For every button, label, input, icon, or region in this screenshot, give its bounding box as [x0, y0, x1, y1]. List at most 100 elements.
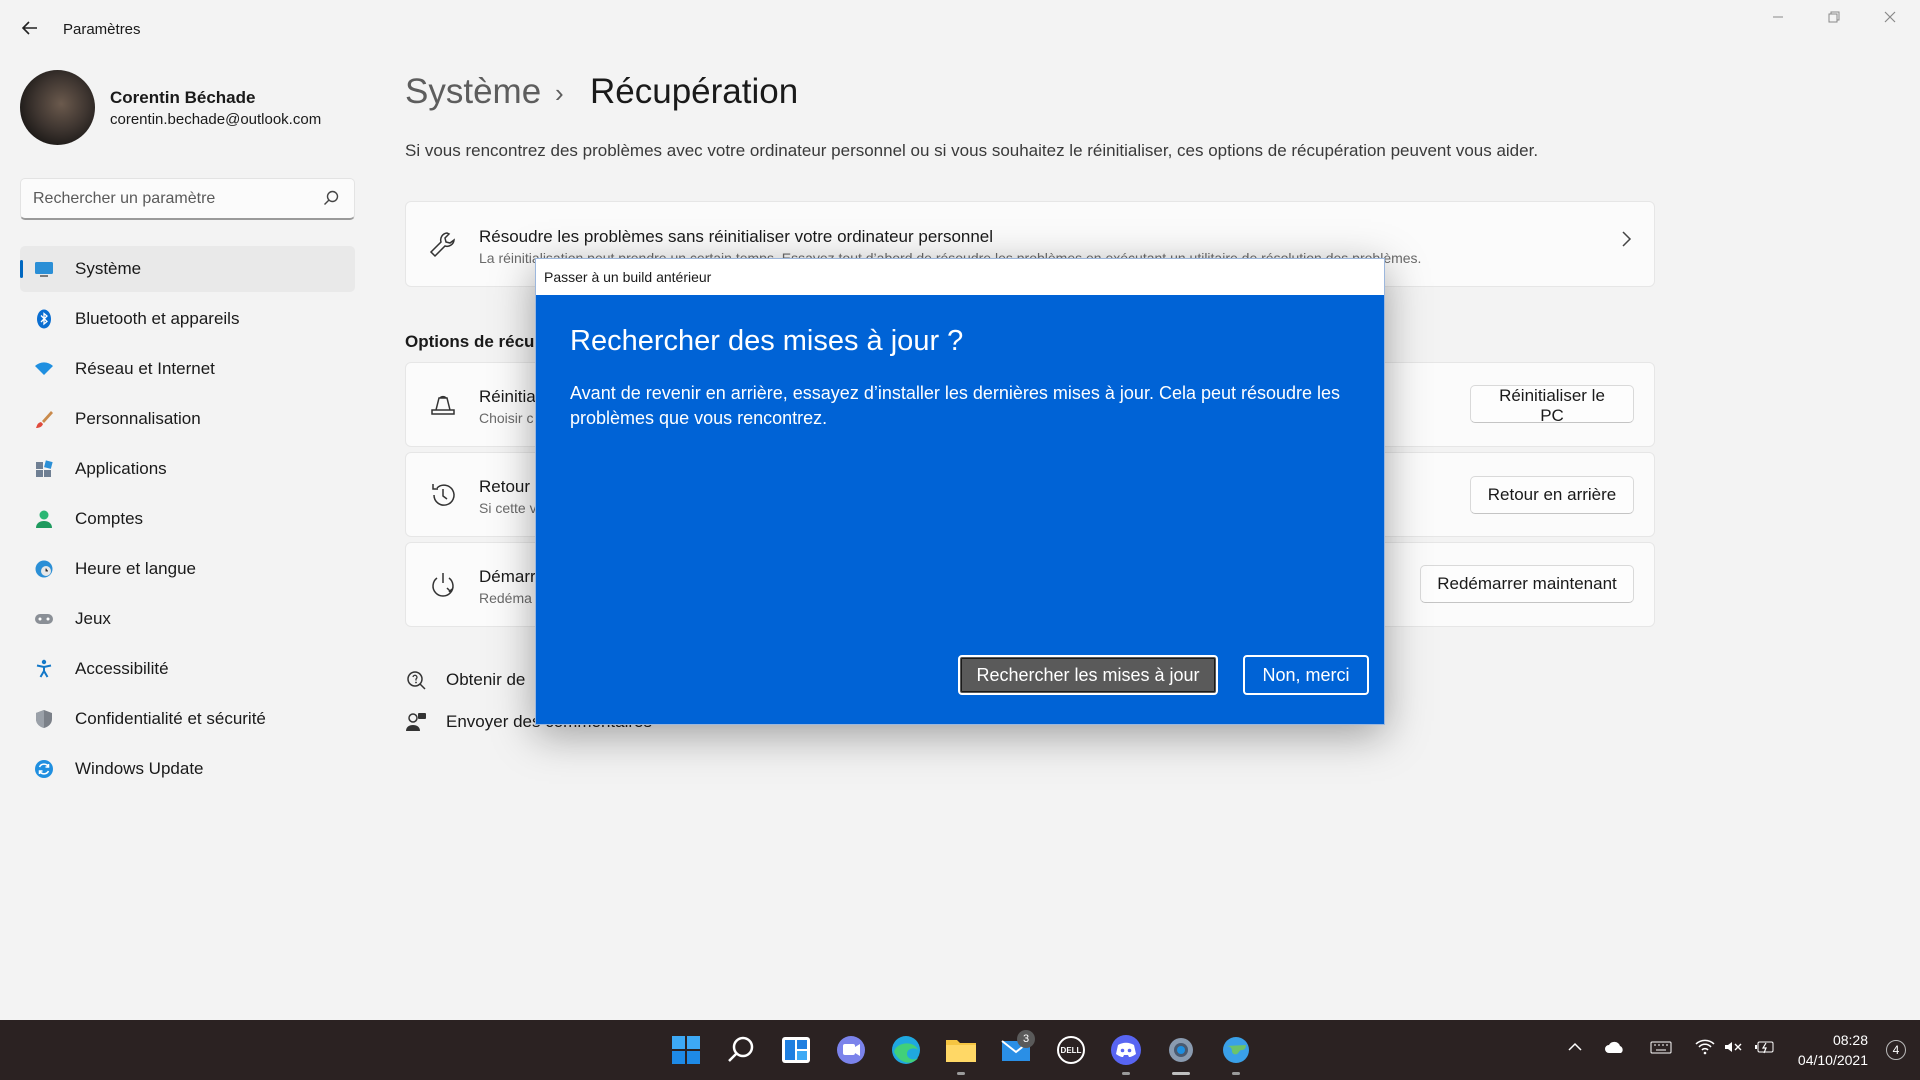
onedrive-icon[interactable]: [1604, 1039, 1626, 1061]
go-back-button[interactable]: Retour en arrière: [1470, 476, 1634, 514]
app-title: Paramètres: [63, 21, 141, 38]
settings-icon[interactable]: [1163, 1032, 1199, 1068]
advanced-startup-subtitle: Redéma: [479, 590, 532, 606]
windows-start-icon[interactable]: [668, 1032, 704, 1068]
close-button[interactable]: [1870, 8, 1910, 32]
reset-pc-icon: [431, 395, 455, 415]
dialog-heading: Rechercher des mises à jour ?: [570, 325, 964, 357]
sidebar-item-windows-update[interactable]: Windows Update: [20, 746, 355, 792]
advanced-startup-icon: [432, 573, 454, 597]
sidebar-item-label: Heure et langue: [75, 559, 196, 578]
sidebar-item-confidentialite[interactable]: Confidentialité et sécurité: [20, 696, 355, 742]
monitor-icon: [35, 262, 53, 277]
wifi-icon: [35, 362, 53, 375]
reset-pc-subtitle: Choisir c: [479, 410, 534, 426]
sidebar-item-label: Personnalisation: [75, 409, 201, 428]
clock-time[interactable]: 08:28: [1833, 1032, 1868, 1048]
sidebar-item-reseau[interactable]: Réseau et Internet: [20, 346, 355, 392]
mail-badge: 3: [1017, 1030, 1035, 1048]
breadcrumb-parent[interactable]: Système: [405, 72, 541, 112]
search-input[interactable]: [33, 188, 323, 210]
dell-icon[interactable]: DELL: [1053, 1032, 1089, 1068]
active-indicator: [1172, 1072, 1190, 1075]
search-icon[interactable]: [322, 189, 340, 207]
update-icon: [35, 760, 53, 778]
dialog-title-bar: Passer à un build antérieur: [536, 259, 1384, 295]
sidebar-item-label: Confidentialité et sécurité: [75, 709, 266, 728]
no-thanks-button[interactable]: Non, merci: [1243, 655, 1369, 695]
page-description: Si vous rencontrez des problèmes avec vo…: [405, 141, 1539, 160]
sidebar-item-label: Système: [75, 259, 142, 278]
sidebar-item-label: Réseau et Internet: [75, 359, 215, 378]
bluetooth-icon: [37, 309, 51, 329]
sidebar-item-accessibilite[interactable]: Accessibilité: [20, 646, 355, 692]
close-icon: [1884, 11, 1896, 23]
apps-icon: [36, 460, 53, 477]
teams-chat-icon[interactable]: [833, 1032, 869, 1068]
reset-pc-title: Réinitia: [479, 387, 536, 406]
user-email: corentin.bechade@outlook.com: [110, 111, 322, 128]
sidebar-item-label: Jeux: [75, 609, 111, 628]
shield-icon: [36, 710, 52, 728]
running-indicator: [1122, 1072, 1130, 1075]
dialog-title: Passer à un build antérieur: [544, 269, 712, 285]
feedback-icon: [406, 713, 426, 731]
globe-app-icon[interactable]: [1218, 1032, 1254, 1068]
rollback-dialog: Passer à un build antérieur Rechercher d…: [535, 258, 1385, 725]
paintbrush-icon: [36, 411, 53, 428]
sidebar-item-label: Bluetooth et appareils: [75, 309, 240, 328]
wrench-icon: [429, 232, 455, 258]
sidebar-item-label: Comptes: [75, 509, 144, 528]
page-title: Récupération: [590, 72, 799, 111]
notification-badge[interactable]: 4: [1886, 1040, 1906, 1060]
user-name: Corentin Béchade: [110, 88, 256, 107]
sidebar-item-heure[interactable]: Heure et langue: [20, 546, 355, 592]
chevron-up-icon[interactable]: [1564, 1039, 1586, 1061]
sidebar-item-bluetooth[interactable]: Bluetooth et appareils: [20, 296, 355, 342]
go-back-title: Retour: [479, 477, 531, 496]
troubleshoot-title: Résoudre les problèmes sans réinitialise…: [479, 227, 994, 246]
restore-button[interactable]: [1814, 8, 1854, 32]
wifi-icon[interactable]: [1694, 1039, 1716, 1061]
help-icon: [407, 671, 426, 690]
sidebar-item-systeme[interactable]: Système: [20, 246, 355, 292]
minimize-button[interactable]: [1758, 8, 1798, 32]
history-icon: [432, 484, 455, 506]
sidebar-item-comptes[interactable]: Comptes: [20, 496, 355, 542]
keyboard-icon[interactable]: [1650, 1039, 1672, 1061]
sidebar-item-label: Windows Update: [75, 759, 204, 778]
search-icon[interactable]: [723, 1032, 759, 1068]
sidebar-item-label: Applications: [75, 459, 167, 478]
running-indicator: [957, 1072, 965, 1075]
clock-date[interactable]: 04/10/2021: [1798, 1052, 1868, 1068]
volume-muted-icon[interactable]: [1722, 1039, 1744, 1061]
chevron-right-icon: [1620, 230, 1632, 254]
reset-pc-button[interactable]: Réinitialiser le PC: [1470, 385, 1634, 425]
back-button[interactable]: [18, 18, 42, 42]
restart-now-button[interactable]: Redémarrer maintenant: [1420, 565, 1634, 603]
battery-icon[interactable]: [1754, 1039, 1776, 1061]
avatar[interactable]: [20, 70, 95, 145]
title-bar: Paramètres: [0, 0, 1920, 60]
get-help-label: Obtenir de: [446, 670, 526, 689]
minimize-icon: [1773, 16, 1783, 18]
globe-clock-icon: [35, 560, 53, 578]
svg-text:DELL: DELL: [1061, 1046, 1082, 1055]
arrow-left-icon: [21, 21, 37, 35]
go-back-subtitle: Si cette v: [479, 500, 537, 516]
check-updates-button[interactable]: Rechercher les mises à jour: [958, 655, 1218, 695]
taskbar: 3 DELL 08:28 04/10/2021 4: [0, 1020, 1920, 1080]
gamepad-icon: [35, 614, 53, 624]
sidebar-item-applications[interactable]: Applications: [20, 446, 355, 492]
discord-icon[interactable]: [1108, 1032, 1144, 1068]
file-explorer-icon[interactable]: [943, 1032, 979, 1068]
breadcrumb-separator: ›: [555, 78, 564, 108]
search-box[interactable]: [20, 178, 355, 220]
sidebar-item-jeux[interactable]: Jeux: [20, 596, 355, 642]
sidebar-item-personnalisation[interactable]: Personnalisation: [20, 396, 355, 442]
dialog-body: Avant de revenir en arrière, essayez d’i…: [570, 383, 1341, 428]
advanced-startup-title: Démarr: [479, 567, 536, 586]
edge-icon[interactable]: [888, 1032, 924, 1068]
person-icon: [36, 510, 52, 528]
widgets-icon[interactable]: [778, 1032, 814, 1068]
